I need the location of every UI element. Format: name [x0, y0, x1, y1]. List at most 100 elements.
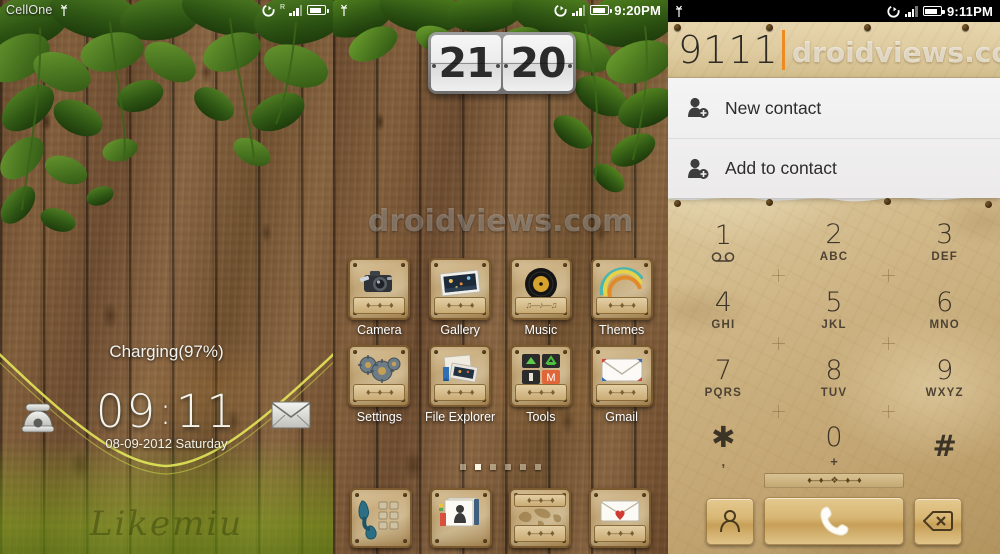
- battery-icon: [307, 5, 329, 15]
- status-bar: CellOne R: [0, 0, 333, 20]
- dock-messaging[interactable]: ♦—♦—♦: [589, 488, 652, 548]
- page-dot-active[interactable]: [475, 464, 481, 470]
- sync-icon: [554, 3, 567, 17]
- app-gallery[interactable]: ♦—♦—♦ Gallery: [423, 258, 497, 337]
- voicemail-icon: [711, 252, 735, 262]
- person-icon: [720, 510, 740, 533]
- sync-icon: [887, 4, 900, 18]
- dial-key-hash[interactable]: #: [889, 412, 1000, 480]
- telephone-icon: [21, 403, 55, 433]
- page-indicator[interactable]: [333, 464, 668, 470]
- usb-icon: [339, 4, 349, 17]
- page-dot[interactable]: [460, 464, 466, 470]
- lock-shortcut-phone[interactable]: [14, 396, 62, 436]
- ornament: ♦—♦—❖—♦—♦: [764, 472, 904, 488]
- app-music[interactable]: ♫—♪—♫ Music: [504, 258, 578, 337]
- app-row-1: ♦—♦—♦ Camera ♦—♦—♦ Gallery ♫—♪—♫ Music ♦…: [333, 258, 668, 337]
- key-letters: DEF: [931, 251, 958, 263]
- carrier-label: CellOne: [6, 3, 53, 17]
- signal-bars-icon: [289, 4, 302, 16]
- dial-key-6[interactable]: 6 MNO: [889, 276, 1000, 344]
- page-dot[interactable]: [520, 464, 526, 470]
- usb-icon: [59, 4, 69, 17]
- backspace-icon: [923, 511, 953, 531]
- envelope-icon: ♦—♦—♦: [590, 345, 653, 407]
- dial-key-star[interactable]: ✱ ,: [668, 412, 779, 480]
- app-tools[interactable]: M ♦—♦—♦ Tools: [504, 345, 578, 424]
- key-digit: 5: [825, 287, 843, 318]
- world-map-icon: ♦—♦—♦ ♦—♦—♦: [509, 488, 572, 548]
- sync-icon: [262, 3, 275, 17]
- flip-clock-widget[interactable]: 21 20: [428, 32, 576, 94]
- key-letters: ,: [721, 453, 726, 469]
- key-letters: PQRS: [704, 387, 743, 399]
- person-add-icon: [685, 96, 711, 120]
- roaming-indicator: R: [279, 3, 285, 11]
- signal-bars-icon: [572, 4, 586, 16]
- contact-label: Add to contact: [725, 158, 837, 178]
- status-bar-time: 9:20PM: [614, 2, 661, 18]
- dial-row-3: 7 PQRS 8 TUV 9 WXYZ: [668, 344, 1000, 418]
- key-digit: 9: [936, 355, 954, 386]
- app-file-explorer[interactable]: ♦—♦—♦ File Explorer: [423, 345, 497, 424]
- call-button[interactable]: [764, 497, 904, 545]
- photos-icon: ♦—♦—♦: [429, 258, 492, 320]
- key-letters: WXYZ: [925, 387, 964, 399]
- home-screen-panel: 9:20PM 21 20 droidviews.com ♦—♦—♦ Camera…: [333, 0, 668, 554]
- key-digit: 7: [714, 355, 732, 386]
- watermark: droidviews.com: [367, 204, 634, 239]
- battery-icon: [922, 6, 945, 16]
- dial-key-4[interactable]: 4 GHI: [668, 276, 785, 350]
- status-bar: 9:20PM: [333, 0, 668, 20]
- watermark: droidviews.com: [792, 36, 1000, 69]
- key-letters: TUV: [820, 387, 848, 399]
- envelope-icon: [271, 401, 311, 429]
- wood-background: [0, 0, 333, 554]
- dial-pad: 1 2 ABC 3 DEF 4 GHI 5 JKL 6 MNO 7 PQRS 8…: [668, 208, 1000, 480]
- dialer-handset-icon: [349, 488, 412, 548]
- backspace-button[interactable]: [914, 497, 962, 545]
- lock-date: 08-09-2012 Saturday: [105, 436, 228, 451]
- page-dot[interactable]: [505, 464, 511, 470]
- dial-key-7[interactable]: 7 PQRS: [668, 344, 785, 418]
- usb-icon: [674, 5, 684, 18]
- new-contact-row[interactable]: New contact: [668, 78, 1000, 138]
- dial-key-1[interactable]: 1: [668, 208, 785, 282]
- app-camera[interactable]: ♦—♦—♦ Camera: [342, 258, 416, 337]
- dial-key-9[interactable]: 9 WXYZ: [889, 344, 1000, 412]
- phone-handset-icon: [820, 506, 849, 536]
- folder-group-icon: M ♦—♦—♦: [509, 345, 572, 407]
- app-label: Settings: [356, 410, 402, 424]
- dial-key-3[interactable]: 3 DEF: [889, 208, 1000, 276]
- dial-key-0[interactable]: 0 +: [779, 412, 890, 480]
- app-settings[interactable]: ♦—♦—♦ Settings: [342, 345, 416, 424]
- contact-suggestions: New contact Add to contact: [668, 78, 1000, 198]
- app-gmail[interactable]: ♦—♦—♦ Gmail: [585, 345, 659, 424]
- battery-icon: [590, 5, 613, 15]
- key-digit: 8: [825, 355, 843, 386]
- dock-phone[interactable]: [349, 488, 412, 548]
- status-bar-time: 9:11PM: [946, 3, 993, 19]
- key-digit: ✱: [711, 419, 736, 454]
- nail-row: [668, 22, 1000, 31]
- dock-contacts[interactable]: [429, 488, 492, 548]
- vinyl-record-icon: ♫—♪—♫: [509, 258, 572, 320]
- key-digit: 1: [714, 220, 732, 251]
- signal-bars-icon: [904, 5, 918, 17]
- add-to-contact-row[interactable]: Add to contact: [668, 138, 1000, 198]
- key-digit: 4: [714, 287, 732, 318]
- lock-shortcut-message[interactable]: [269, 398, 317, 438]
- dial-key-8[interactable]: 8 TUV: [779, 344, 896, 418]
- app-label: Camera: [357, 323, 402, 337]
- page-dot[interactable]: [535, 464, 541, 470]
- dialer-panel: 9:11PM 9111 droidviews.com: [668, 0, 1000, 554]
- dial-key-5[interactable]: 5 JKL: [779, 276, 896, 350]
- dialer-action-bar: [668, 488, 1000, 554]
- app-themes[interactable]: ♦—♦—♦ Themes: [585, 258, 659, 337]
- charging-status: Charging(97%): [109, 342, 224, 361]
- dial-key-2[interactable]: 2 ABC: [779, 208, 896, 282]
- app-label: Gmail: [605, 410, 638, 424]
- dock-browser[interactable]: ♦—♦—♦ ♦—♦—♦: [509, 488, 572, 548]
- page-dot[interactable]: [490, 464, 496, 470]
- contacts-button[interactable]: [706, 497, 754, 545]
